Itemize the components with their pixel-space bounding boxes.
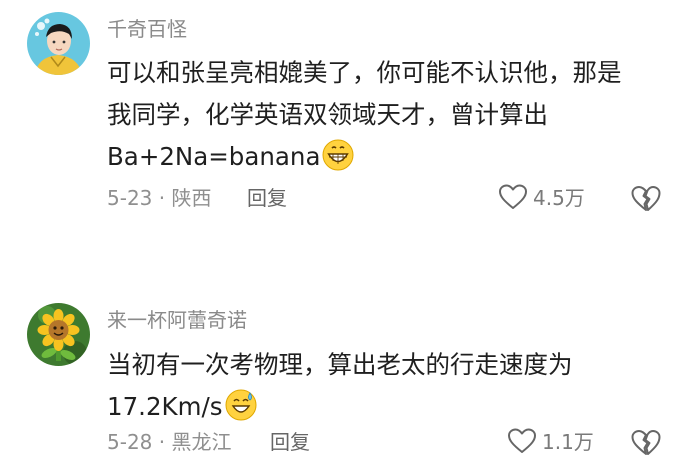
comment-text-line: 我同学，化学英语双领域天才，曾计算出	[107, 100, 548, 129]
comment-text-line: 可以和张呈亮相媲美了，你可能不认识他，那是	[107, 58, 622, 87]
comment-item: 千奇百怪 可以和张呈亮相媲美了，你可能不认识他，那是 我同学，化学英语双领域天才…	[0, 0, 690, 240]
heart-icon	[508, 428, 536, 453]
username[interactable]: 来一杯阿蕾奇诺	[107, 307, 247, 333]
username[interactable]: 千奇百怪	[107, 16, 187, 42]
avatar[interactable]	[27, 12, 90, 75]
broken-heart-icon	[631, 430, 661, 455]
broken-heart-icon	[631, 186, 661, 211]
dislike-button[interactable]	[631, 185, 661, 212]
date-location: 5-28 · 黑龙江	[107, 430, 232, 454]
comment-text-line: 17.2Km/s	[107, 386, 677, 428]
sweat-smile-emoji-icon	[225, 389, 257, 421]
reply-button[interactable]: 回复	[247, 183, 287, 213]
comment-meta: 5-28 · 黑龙江 回复 1.1万	[107, 427, 690, 457]
comment-item: 来一杯阿蕾奇诺 当初有一次考物理，算出老太的行走速度为 17.2Km/s 5-2…	[0, 290, 690, 471]
like-button[interactable]: 1.1万	[508, 427, 594, 457]
heart-icon	[499, 184, 527, 209]
comment-text-line: 当初有一次考物理，算出老太的行走速度为	[107, 350, 573, 379]
avatar[interactable]	[27, 303, 90, 366]
reply-button[interactable]: 回复	[270, 427, 310, 457]
comment-text: 可以和张呈亮相媲美了，你可能不认识他，那是 我同学，化学英语双领域天才，曾计算出…	[107, 52, 677, 178]
like-button[interactable]: 4.5万	[499, 183, 585, 213]
comment-text: 当初有一次考物理，算出老太的行走速度为 17.2Km/s	[107, 344, 677, 428]
like-count: 4.5万	[533, 186, 585, 210]
comment-text-segment: 17.2Km/s	[107, 392, 223, 421]
grinning-face-emoji-icon	[322, 139, 354, 171]
comment-text-line: Ba+2Na=banana	[107, 136, 677, 178]
comment-meta: 5-23 · 陕西 回复 4.5万	[107, 183, 690, 213]
date-location: 5-23 · 陕西	[107, 186, 212, 210]
comment-text-segment: Ba+2Na=banana	[107, 142, 321, 171]
dislike-button[interactable]	[631, 429, 661, 456]
like-count: 1.1万	[542, 430, 594, 454]
